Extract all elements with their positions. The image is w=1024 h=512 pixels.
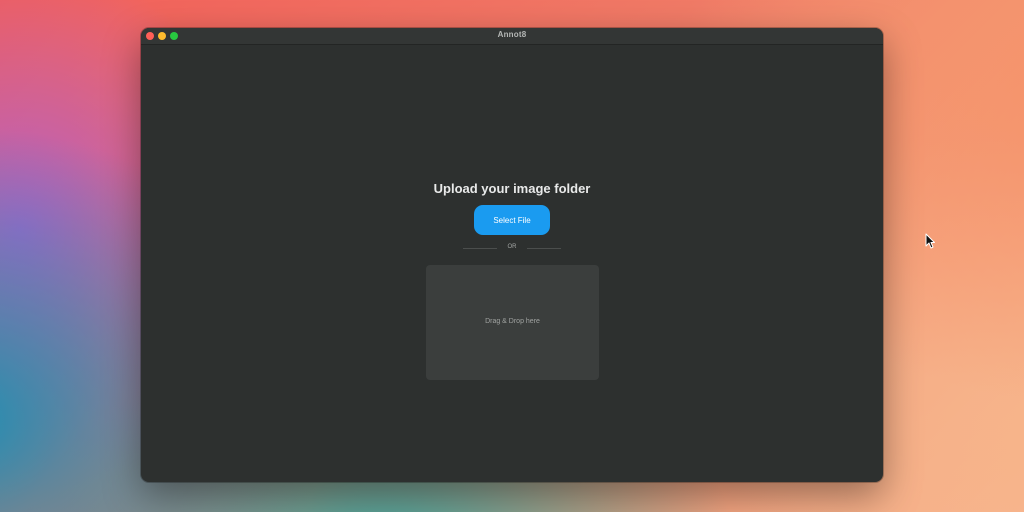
select-file-button[interactable]: Select File: [474, 205, 550, 235]
upload-heading: Upload your image folder: [433, 181, 591, 196]
title-bar[interactable]: Annot8: [141, 28, 883, 45]
window-title: Annot8: [497, 30, 527, 39]
main-content: Upload your image folder Select File OR …: [141, 45, 883, 482]
divider-left: [463, 248, 497, 249]
drop-zone-label: Drag & Drop here: [485, 318, 540, 325]
desktop-wallpaper: Annot8 Upload your image folder Select F…: [0, 0, 1024, 512]
drop-zone[interactable]: Drag & Drop here: [426, 265, 599, 380]
app-window: Annot8 Upload your image folder Select F…: [141, 28, 883, 482]
or-separator: OR: [507, 244, 517, 250]
divider-right: [527, 248, 561, 249]
mouse-pointer-icon: [925, 233, 935, 249]
